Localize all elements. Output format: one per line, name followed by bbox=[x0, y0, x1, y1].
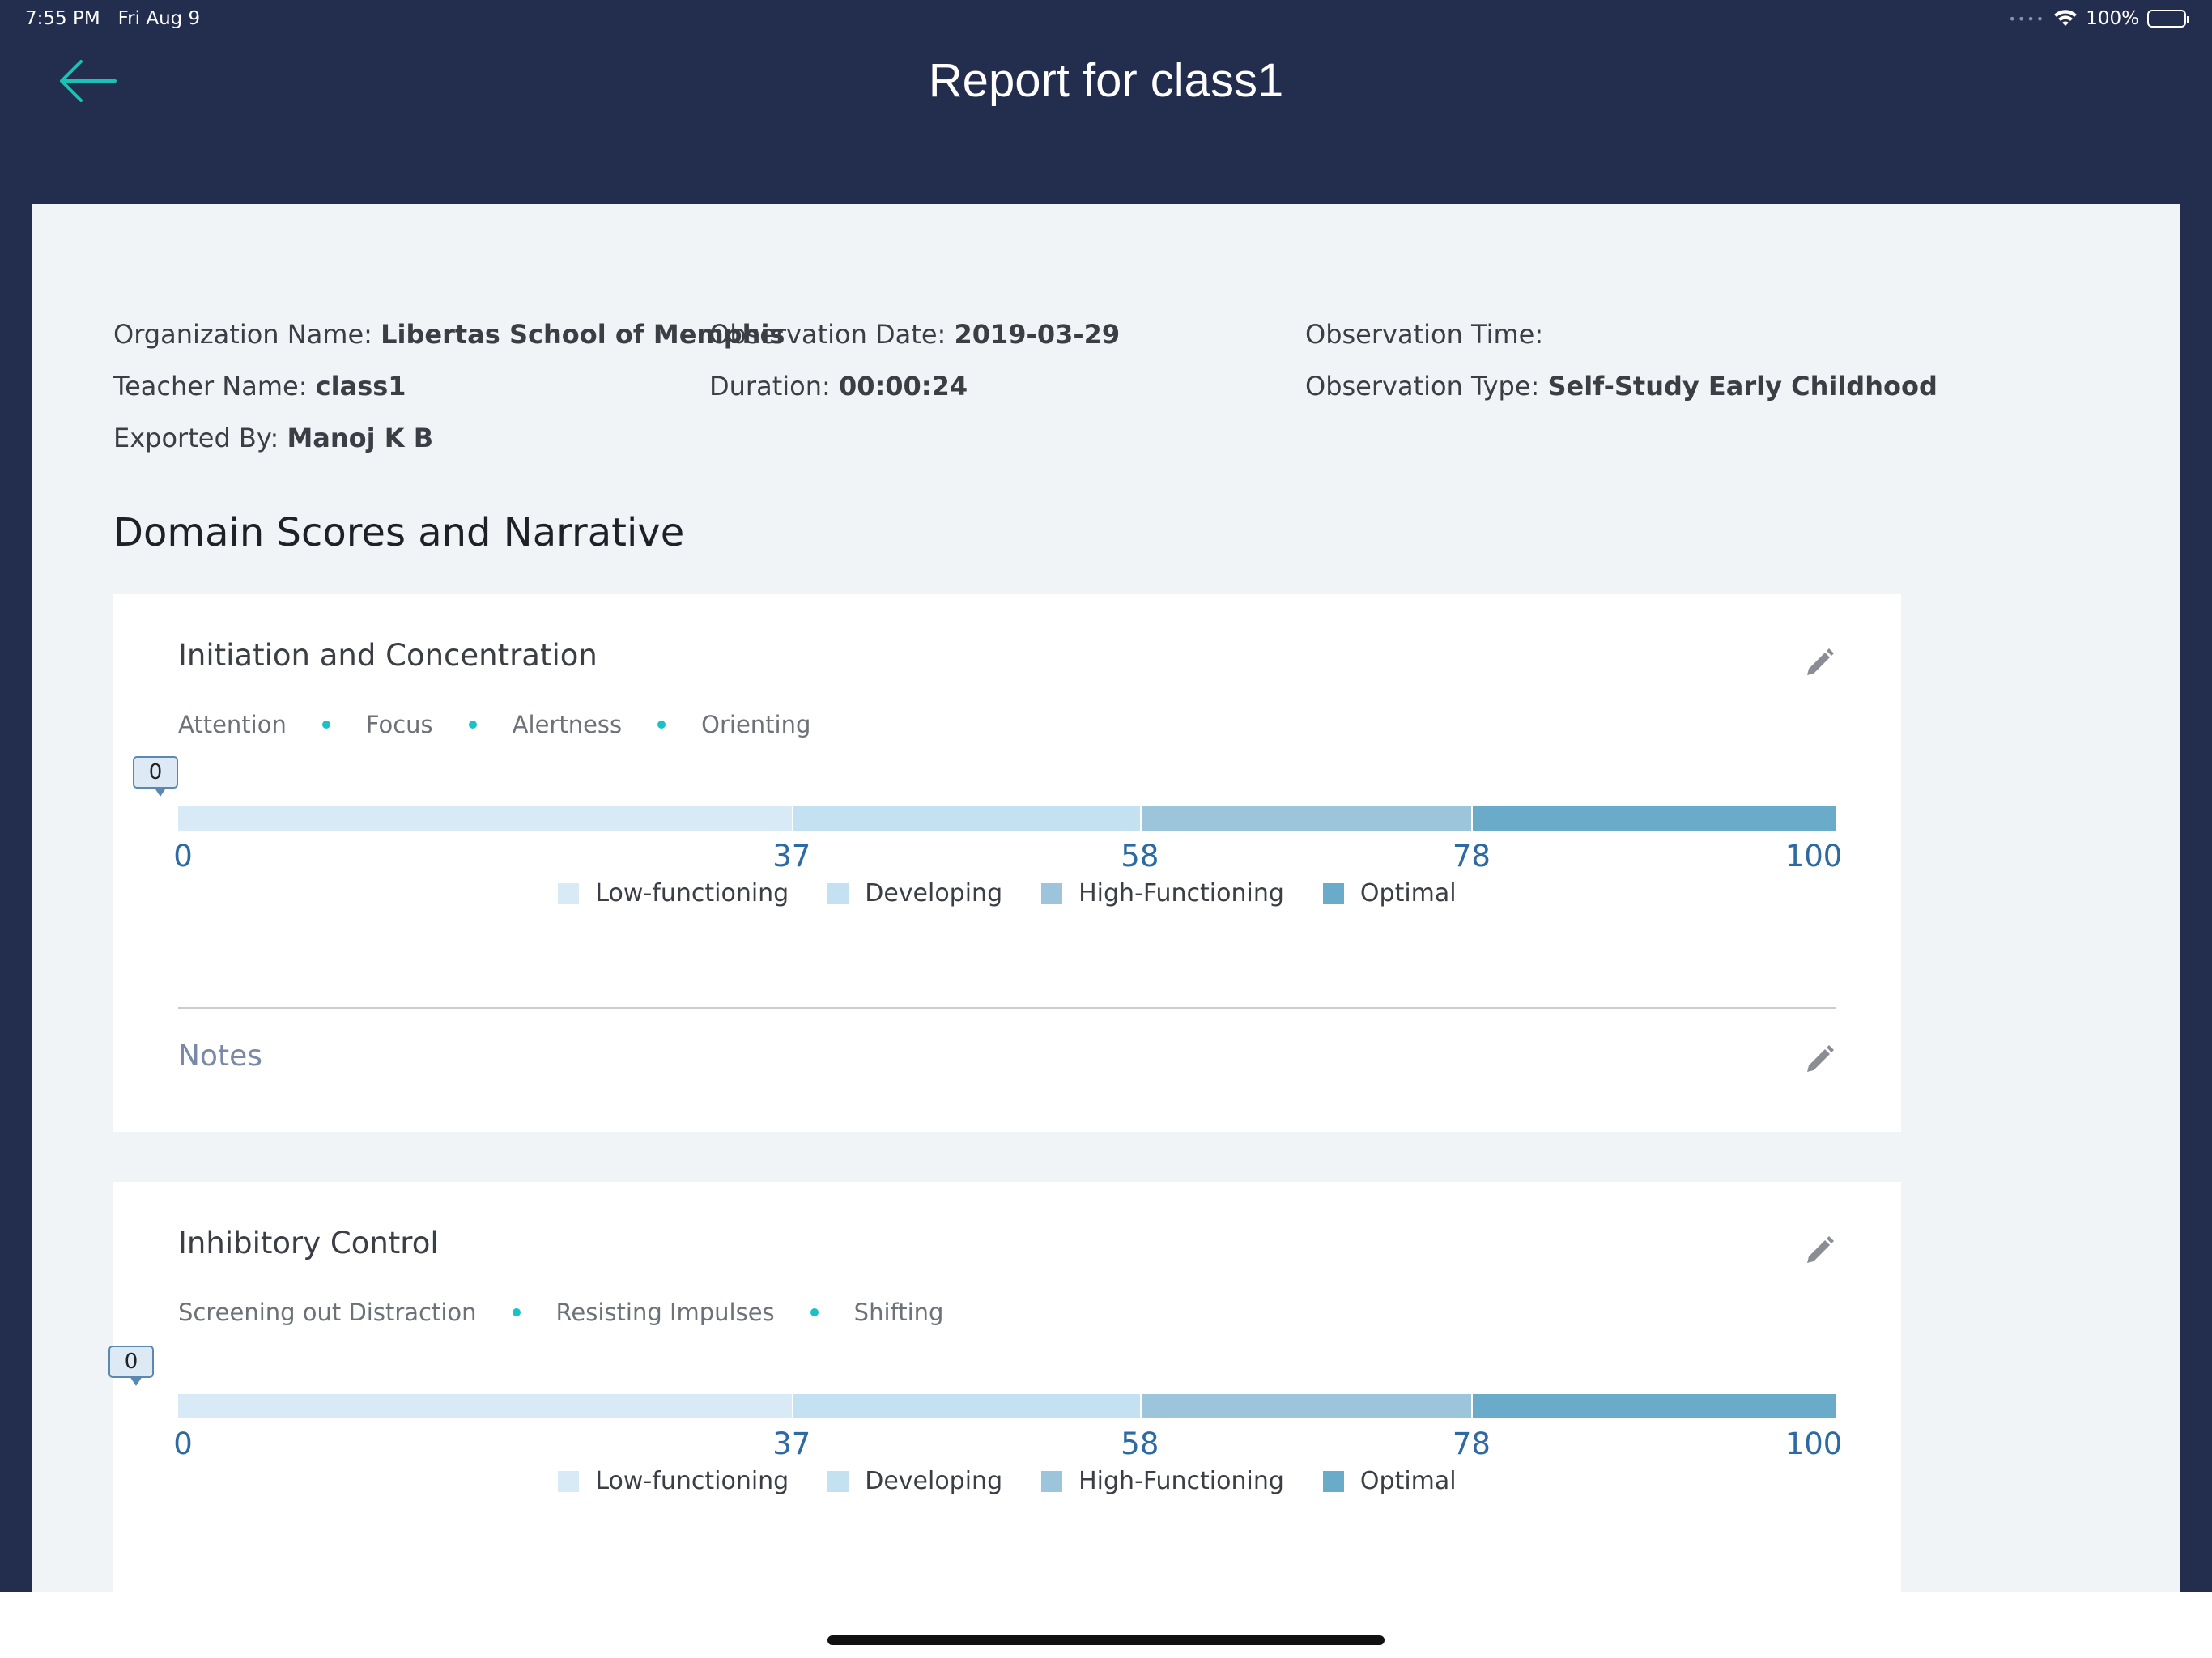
score-scale-bar bbox=[178, 806, 1836, 831]
scale-ticks: 0 37 58 78 100 bbox=[173, 831, 1842, 874]
legend-label: High-Functioning bbox=[1078, 879, 1284, 908]
separator-dot bbox=[512, 1308, 521, 1316]
legend-label: Developing bbox=[865, 1467, 1003, 1495]
battery-percent: 100% bbox=[2086, 8, 2139, 29]
edit-domain-button[interactable] bbox=[1804, 644, 1836, 677]
legend-swatch bbox=[1322, 1470, 1344, 1492]
bottom-area bbox=[0, 1592, 2212, 1658]
battery-icon bbox=[2147, 10, 2189, 28]
scale-segment bbox=[793, 1394, 1140, 1418]
legend-label: Developing bbox=[865, 879, 1003, 908]
home-indicator[interactable] bbox=[827, 1635, 1385, 1645]
domain-card: Initiation and Concentration Attention F… bbox=[113, 594, 1901, 1132]
legend-swatch bbox=[1041, 1470, 1063, 1492]
meta-teacher: Teacher Name: class1 bbox=[113, 371, 406, 402]
status-right: •••• 100% bbox=[2008, 8, 2189, 29]
report-content[interactable]: Organization Name: Libertas School of Me… bbox=[32, 204, 2180, 1592]
scale-tick-label: 0 bbox=[173, 1426, 193, 1461]
edit-domain-button[interactable] bbox=[1804, 1232, 1836, 1265]
subdomain-list: Screening out Distraction Resisting Impu… bbox=[178, 1299, 943, 1326]
legend-label: Optimal bbox=[1359, 1467, 1457, 1495]
scale-tick-label: 78 bbox=[1452, 839, 1491, 874]
section-title: Domain Scores and Narrative bbox=[113, 510, 685, 555]
legend-label: High-Functioning bbox=[1078, 1467, 1284, 1495]
edit-notes-button[interactable] bbox=[1804, 1041, 1836, 1073]
legend-item: High-Functioning bbox=[1041, 879, 1284, 908]
score-bubble: 0 bbox=[108, 1346, 154, 1386]
status-time: 7:55 PM Fri Aug 9 bbox=[25, 8, 201, 29]
legend-swatch bbox=[558, 882, 580, 904]
scale-tick-label: 37 bbox=[772, 1426, 811, 1461]
meta-observation-date: Observation Date: 2019-03-29 bbox=[709, 319, 1121, 350]
scale-segment bbox=[1141, 1394, 1472, 1418]
signal-icon: •••• bbox=[2008, 11, 2046, 27]
pencil-icon bbox=[1807, 1045, 1834, 1072]
scale-tick-label: 100 bbox=[1784, 839, 1843, 874]
subdomain-label: Shifting bbox=[853, 1299, 944, 1326]
separator-dot bbox=[810, 1308, 819, 1316]
legend-item: Optimal bbox=[1322, 879, 1457, 908]
legend-item: Developing bbox=[827, 879, 1002, 908]
subdomain-label: Orienting bbox=[701, 711, 811, 738]
legend-label: Low-functioning bbox=[595, 1467, 789, 1495]
legend-item: High-Functioning bbox=[1041, 1467, 1284, 1495]
legend-item: Optimal bbox=[1322, 1467, 1457, 1495]
legend-swatch bbox=[827, 882, 849, 904]
scale-tick-label: 78 bbox=[1452, 1426, 1491, 1461]
subdomain-label: Screening out Distraction bbox=[178, 1299, 477, 1326]
pencil-icon bbox=[1807, 1236, 1834, 1263]
meta-observation-type: Observation Type: Self-Study Early Child… bbox=[1305, 371, 1938, 402]
legend-swatch bbox=[558, 1470, 580, 1492]
status-bar: 7:55 PM Fri Aug 9 •••• 100% bbox=[0, 0, 2212, 37]
legend-item: Low-functioning bbox=[558, 1467, 789, 1495]
scale-tick-label: 100 bbox=[1784, 1426, 1843, 1461]
legend-label: Low-functioning bbox=[595, 879, 789, 908]
scale-tick-label: 0 bbox=[173, 839, 193, 874]
meta-observation-time: Observation Time: bbox=[1305, 319, 1544, 350]
scale-segment bbox=[178, 1394, 792, 1418]
scale-segment bbox=[1473, 1394, 1836, 1418]
scale-legend: Low-functioning Developing High-Functionin… bbox=[113, 1467, 1901, 1495]
scale-segment bbox=[1473, 806, 1836, 831]
legend-swatch bbox=[827, 1470, 849, 1492]
scale-tick-label: 37 bbox=[772, 839, 811, 874]
score-scale-bar bbox=[178, 1394, 1836, 1418]
subdomain-label: Resisting Impulses bbox=[555, 1299, 775, 1326]
meta-organization: Organization Name: Libertas School of Me… bbox=[113, 319, 785, 350]
subdomain-label: Focus bbox=[365, 711, 433, 738]
scale-segment bbox=[793, 806, 1140, 831]
domain-title: Inhibitory Control bbox=[178, 1226, 439, 1261]
wifi-icon bbox=[2054, 10, 2078, 26]
separator-dot bbox=[657, 721, 666, 729]
domain-card: Inhibitory Control Screening out Distrac… bbox=[108, 1182, 1901, 1592]
scale-tick-label: 58 bbox=[1121, 1426, 1159, 1461]
scale-legend: Low-functioning Developing High-Functionin… bbox=[113, 879, 1901, 908]
legend-swatch bbox=[1041, 882, 1063, 904]
page-title: Report for class1 bbox=[928, 54, 1284, 107]
legend-item: Developing bbox=[827, 1467, 1002, 1495]
separator-dot bbox=[468, 721, 477, 729]
pencil-icon bbox=[1807, 648, 1834, 675]
separator-dot bbox=[321, 721, 330, 729]
meta-exported-by: Exported By: Manoj K B bbox=[113, 423, 434, 453]
scale-tick-label: 58 bbox=[1121, 839, 1159, 874]
subdomain-label: Attention bbox=[178, 711, 287, 738]
score-bubble: 0 bbox=[133, 756, 178, 797]
meta-duration: Duration: 00:00:24 bbox=[709, 371, 968, 402]
scale-ticks: 0 37 58 78 100 bbox=[173, 1418, 1842, 1461]
notes-divider bbox=[178, 1007, 1836, 1009]
legend-swatch bbox=[1322, 882, 1344, 904]
notes-label: Notes bbox=[178, 1039, 262, 1073]
subdomain-label: Alertness bbox=[512, 711, 623, 738]
subdomain-list: Attention Focus Alertness Orienting bbox=[178, 711, 810, 738]
domain-title: Initiation and Concentration bbox=[178, 638, 598, 673]
scale-segment bbox=[178, 806, 792, 831]
legend-label: Optimal bbox=[1359, 879, 1457, 908]
legend-item: Low-functioning bbox=[558, 879, 789, 908]
scale-segment bbox=[1141, 806, 1472, 831]
